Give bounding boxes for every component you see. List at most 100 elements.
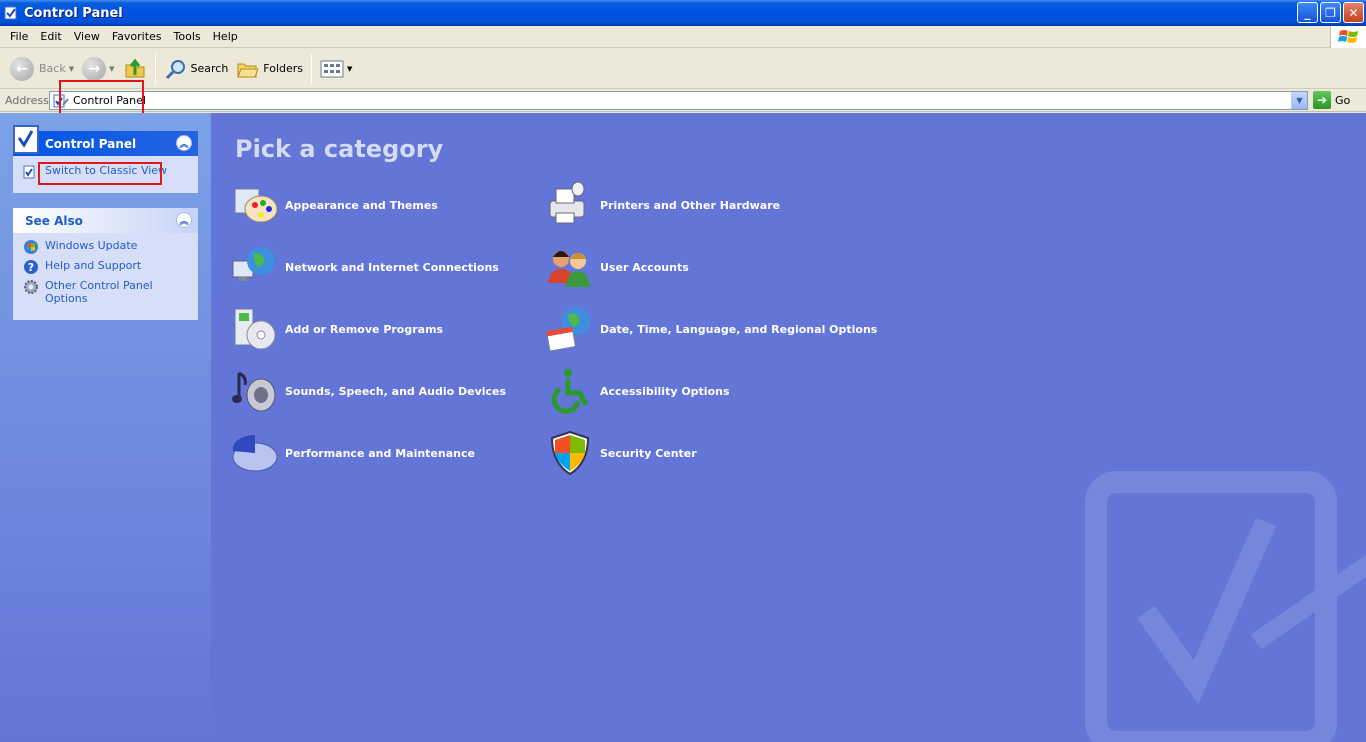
search-button[interactable]: Search — [160, 52, 233, 86]
go-label: Go — [1335, 93, 1351, 107]
control-panel-large-icon — [13, 125, 39, 154]
performance-pie-icon — [232, 434, 278, 472]
go-arrow-icon: ➔ — [1313, 91, 1331, 109]
forward-button[interactable]: → ▼ — [78, 52, 118, 86]
page-title: Pick a category — [235, 135, 444, 163]
sound-speaker-icon — [232, 371, 276, 412]
up-folder-icon — [125, 58, 144, 77]
task-pane: Control Panel ︽ Switch to Classic View S… — [0, 113, 211, 742]
back-label: Back — [39, 62, 66, 75]
views-button[interactable]: ▼ — [316, 52, 356, 86]
title-bar: Control Panel _ ❐ ✕ — [0, 0, 1366, 26]
go-button[interactable]: ➔ Go — [1313, 91, 1350, 109]
category-date-time[interactable]: Date, Time, Language, and Regional Optio… — [546, 305, 877, 353]
category-sounds[interactable]: Sounds, Speech, and Audio Devices — [231, 367, 506, 415]
date-time-globe-icon — [546, 307, 590, 352]
address-value: Control Panel — [73, 94, 146, 107]
help-support-link[interactable]: ? Help and Support — [23, 259, 188, 275]
category-label: Network and Internet Connections — [285, 260, 499, 274]
control-panel-title: Control Panel — [45, 136, 137, 151]
close-button[interactable]: ✕ — [1343, 2, 1364, 23]
accessibility-wheelchair-icon — [551, 369, 589, 414]
menu-help[interactable]: Help — [207, 30, 244, 43]
views-icon — [320, 60, 344, 77]
svg-text:?: ? — [28, 261, 34, 274]
other-options-label: Other Control Panel Options — [45, 279, 153, 305]
control-panel-icon — [53, 94, 69, 107]
menu-view[interactable]: View — [68, 30, 106, 43]
restore-button[interactable]: ❐ — [1320, 2, 1341, 23]
back-arrow-icon: ← — [10, 56, 34, 81]
address-label: Address — [5, 93, 49, 107]
forward-arrow-icon: → — [82, 56, 107, 81]
category-appearance[interactable]: Appearance and Themes — [231, 181, 438, 229]
network-globe-icon — [232, 247, 275, 281]
toolbar-separator — [154, 53, 156, 84]
back-button[interactable]: ← Back ▼ — [6, 52, 78, 86]
help-icon: ? — [24, 260, 38, 274]
windows-update-label: Windows Update — [45, 239, 138, 252]
category-user-accounts[interactable]: User Accounts — [546, 243, 689, 291]
toolbar-separator — [311, 53, 313, 84]
folders-button[interactable]: Folders — [232, 52, 307, 86]
control-panel-box: Control Panel ︽ Switch to Classic View — [13, 125, 198, 193]
category-label: Accessibility Options — [600, 384, 730, 398]
toolbar: ← Back ▼ → ▼ Search Folders ▼ — [0, 49, 1366, 89]
other-options-link[interactable]: Other Control Panel Options — [23, 279, 188, 305]
category-printers[interactable]: Printers and Other Hardware — [546, 181, 780, 229]
collapse-chevron-icon[interactable]: ︽ — [176, 212, 192, 228]
window-title: Control Panel — [24, 5, 123, 21]
category-label: Sounds, Speech, and Audio Devices — [285, 384, 507, 398]
address-bar: Address Control Panel ▼ ➔ Go — [0, 89, 1366, 112]
user-accounts-icon — [548, 251, 590, 287]
printer-icon — [549, 181, 585, 224]
forward-dropdown-icon[interactable]: ▼ — [109, 65, 114, 73]
menu-file[interactable]: File — [4, 30, 34, 43]
category-label: Date, Time, Language, and Regional Optio… — [600, 322, 878, 336]
search-label: Search — [190, 62, 229, 75]
folders-icon — [237, 63, 260, 77]
address-input[interactable]: Control Panel ▼ — [49, 91, 1308, 110]
see-also-title: See Also — [25, 213, 83, 228]
views-dropdown-icon[interactable]: ▼ — [347, 65, 352, 73]
category-label: Add or Remove Programs — [285, 322, 444, 336]
category-label: Appearance and Themes — [285, 198, 438, 212]
switch-classic-view-link[interactable]: Switch to Classic View — [23, 164, 188, 180]
add-remove-programs-icon — [234, 308, 276, 350]
menu-tools[interactable]: Tools — [168, 30, 207, 43]
category-label: User Accounts — [600, 260, 689, 274]
category-network[interactable]: Network and Internet Connections — [231, 243, 499, 291]
control-panel-icon — [4, 6, 17, 20]
see-also-header[interactable]: See Also ︽ — [13, 208, 198, 233]
see-also-box: See Also ︽ Windows Update ? Help and Sup… — [13, 208, 198, 320]
menu-edit[interactable]: Edit — [34, 30, 67, 43]
help-support-label: Help and Support — [45, 259, 142, 272]
folders-label: Folders — [263, 62, 304, 75]
category-label: Printers and Other Hardware — [600, 198, 781, 212]
menu-bar: File Edit View Favorites Tools Help — [0, 26, 1366, 48]
gear-icon — [24, 280, 38, 294]
switch-classic-view-label: Switch to Classic View — [45, 164, 168, 177]
category-label: Performance and Maintenance — [285, 446, 475, 460]
windows-update-link[interactable]: Windows Update — [23, 239, 188, 255]
search-icon — [165, 59, 185, 79]
category-security-center[interactable]: Security Center — [546, 429, 697, 477]
minimize-button[interactable]: _ — [1297, 2, 1318, 23]
windows-update-icon — [24, 240, 38, 254]
category-add-remove-programs[interactable]: Add or Remove Programs — [231, 305, 443, 353]
back-dropdown-icon[interactable]: ▼ — [69, 65, 74, 73]
up-folder-button[interactable] — [119, 52, 151, 86]
appearance-themes-icon — [234, 188, 278, 223]
category-accessibility[interactable]: Accessibility Options — [546, 367, 730, 415]
main-pane: Pick a category Appearance and Themes Ne… — [211, 113, 1366, 742]
menu-favorites[interactable]: Favorites — [106, 30, 168, 43]
address-dropdown-icon[interactable]: ▼ — [1291, 92, 1307, 109]
windows-flag-icon — [1330, 26, 1366, 48]
collapse-chevron-icon[interactable]: ︽ — [176, 135, 192, 151]
control-panel-watermark-icon — [1085, 471, 1366, 742]
security-shield-icon — [550, 430, 590, 476]
category-label: Security Center — [600, 446, 697, 460]
control-panel-header[interactable]: Control Panel ︽ — [13, 125, 198, 156]
classic-view-icon — [23, 165, 35, 179]
category-performance[interactable]: Performance and Maintenance — [231, 429, 475, 477]
